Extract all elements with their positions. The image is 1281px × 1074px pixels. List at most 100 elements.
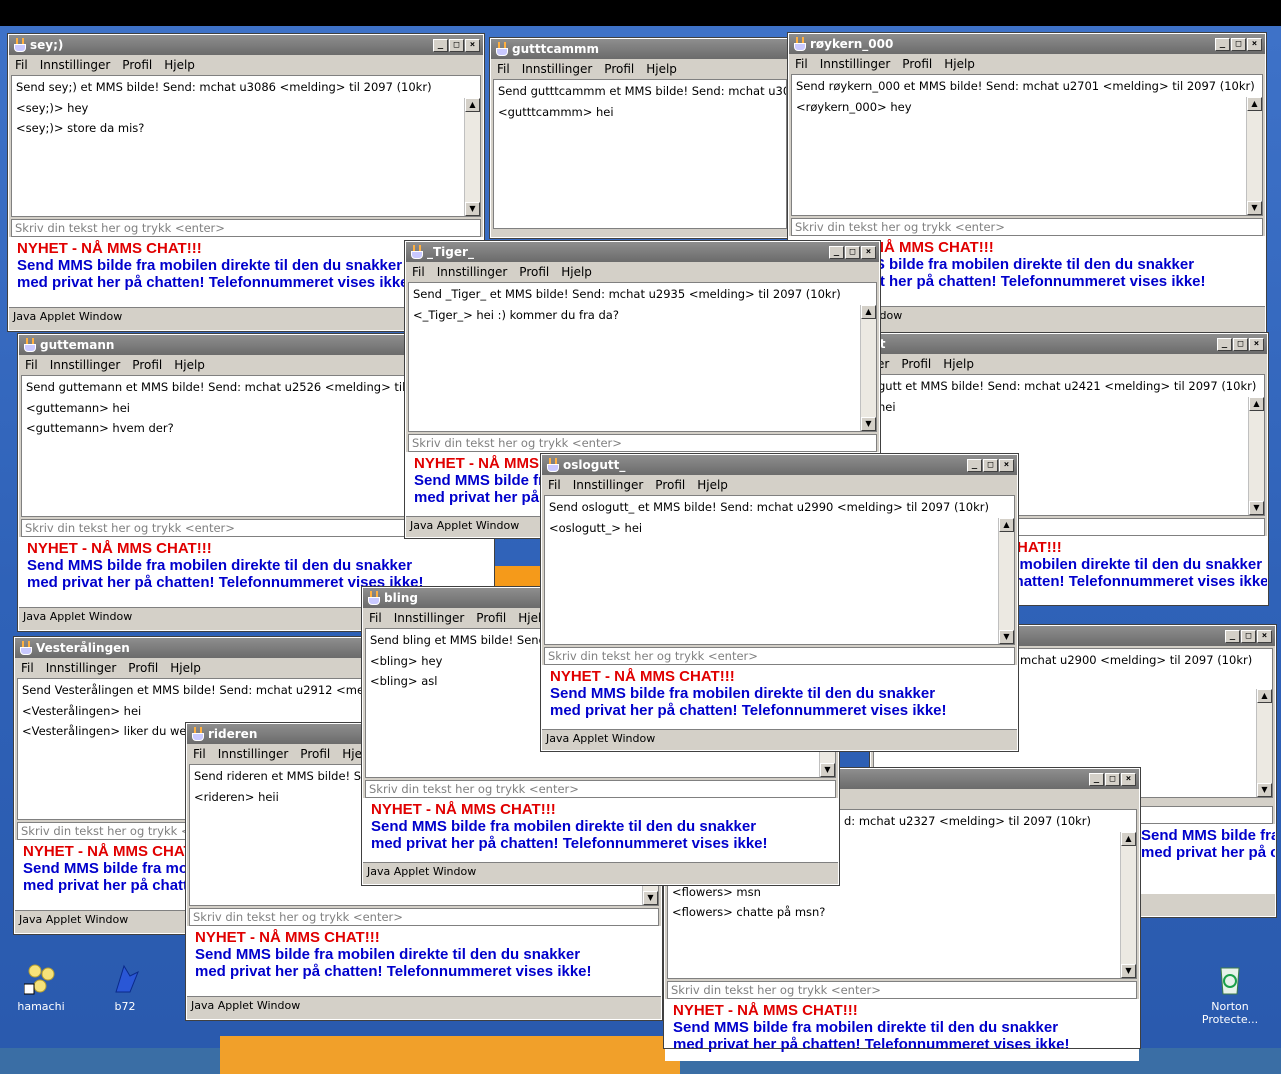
window-titlebar[interactable]: _Tiger_ _ □ × bbox=[406, 242, 879, 262]
close-button[interactable]: × bbox=[1121, 772, 1136, 786]
minimize-button[interactable]: _ bbox=[1215, 37, 1230, 51]
scroll-up-icon[interactable]: ▲ bbox=[861, 305, 876, 319]
desktop-icon-hamachi[interactable]: hamachi bbox=[6, 962, 76, 1013]
scroll-up-icon[interactable]: ▲ bbox=[1257, 689, 1272, 703]
chat-scrollbar[interactable]: ▲▼ bbox=[860, 305, 876, 431]
menu-fil[interactable]: Fil bbox=[412, 265, 425, 279]
minimize-button[interactable]: _ bbox=[1089, 772, 1104, 786]
scroll-down-icon[interactable]: ▼ bbox=[643, 891, 658, 905]
maximize-button[interactable]: □ bbox=[1233, 337, 1248, 351]
menu-innstillinger[interactable]: Innstillinger bbox=[573, 478, 644, 492]
menu-profil[interactable]: Profil bbox=[128, 661, 158, 675]
scroll-down-icon[interactable]: ▼ bbox=[861, 417, 876, 431]
scroll-down-icon[interactable]: ▼ bbox=[1257, 783, 1272, 797]
window-titlebar[interactable]: røykern_000 _ □ × bbox=[789, 34, 1265, 54]
close-button[interactable]: × bbox=[1249, 337, 1264, 351]
close-button[interactable]: × bbox=[861, 245, 876, 259]
scroll-down-icon[interactable]: ▼ bbox=[465, 202, 480, 216]
chat-window-oslogutt[interactable]: oslogutt_ _ □ × Fil Innstillinger Profil Hjel… bbox=[540, 453, 1019, 752]
chat-input[interactable]: Skriv din tekst her og trykk <enter> bbox=[365, 780, 836, 798]
menu-innstillinger[interactable]: Innstillinger bbox=[820, 57, 891, 71]
menu-profil[interactable]: Profil bbox=[300, 747, 330, 761]
menu-hjelp[interactable]: Hjelp bbox=[164, 58, 195, 72]
menu-hjelp[interactable]: Hjelp bbox=[174, 358, 205, 372]
chat-input[interactable]: Skriv din tekst her og trykk <enter> bbox=[408, 434, 877, 452]
window-titlebar[interactable]: sey;) _ □ × bbox=[9, 35, 483, 55]
menu-innstillinger[interactable]: Innstillinger bbox=[40, 58, 111, 72]
menu-innstillinger[interactable]: Innstillinger bbox=[394, 611, 465, 625]
scroll-down-icon[interactable]: ▼ bbox=[1247, 201, 1262, 215]
menu-hjelp[interactable]: Hjelp bbox=[944, 57, 975, 71]
menu-profil[interactable]: Profil bbox=[655, 478, 685, 492]
chat-input[interactable]: Skriv din tekst her og trykk <enter> bbox=[667, 981, 1137, 999]
menu-profil[interactable]: Profil bbox=[132, 358, 162, 372]
minimize-button[interactable]: _ bbox=[433, 38, 448, 52]
window-titlebar[interactable]: tt _□× bbox=[871, 334, 1267, 354]
close-button[interactable]: × bbox=[1257, 629, 1272, 643]
chat-window-gutttcammm[interactable]: gutttcammm Fil Innstillinger Profil Hjelp S… bbox=[489, 37, 791, 239]
scroll-up-icon[interactable]: ▲ bbox=[1249, 397, 1264, 411]
menu-fil[interactable]: Fil bbox=[369, 611, 382, 625]
chat-scrollbar[interactable]: ▲▼ bbox=[998, 518, 1014, 644]
menu-profil[interactable]: Profil bbox=[902, 57, 932, 71]
chat-scrollbar[interactable]: ▲▼ bbox=[464, 98, 480, 216]
scroll-down-icon[interactable]: ▼ bbox=[999, 630, 1014, 644]
menu-profil[interactable]: Profil bbox=[604, 62, 634, 76]
window-titlebar[interactable]: oslogutt_ _ □ × bbox=[542, 455, 1017, 475]
maximize-button[interactable]: □ bbox=[845, 245, 860, 259]
maximize-button[interactable]: □ bbox=[1241, 629, 1256, 643]
maximize-button[interactable]: □ bbox=[1231, 37, 1246, 51]
maximize-button[interactable]: □ bbox=[449, 38, 464, 52]
scroll-down-icon[interactable]: ▼ bbox=[1121, 964, 1136, 978]
menu-fil[interactable]: Fil bbox=[497, 62, 510, 76]
chat-scrollbar[interactable]: ▲▼ bbox=[1120, 832, 1136, 978]
desktop-icon-norton[interactable]: Norton Protecte... bbox=[1195, 962, 1265, 1026]
desktop-icon-b72[interactable]: b72 bbox=[90, 962, 160, 1013]
chat-scrollbar[interactable]: ▲▼ bbox=[1246, 97, 1262, 215]
scroll-up-icon[interactable]: ▲ bbox=[999, 518, 1014, 532]
menu-hjelp[interactable]: Hjelp bbox=[697, 478, 728, 492]
scroll-up-icon[interactable]: ▲ bbox=[465, 98, 480, 112]
chat-input[interactable]: Skriv din tekst her og trykk <enter> bbox=[791, 218, 1263, 236]
minimize-button[interactable]: _ bbox=[1217, 337, 1232, 351]
menu-innstillinger[interactable]: Innstillinger bbox=[46, 661, 117, 675]
chat-input[interactable]: Skriv din tekst her og trykk <enter> bbox=[11, 219, 481, 237]
menu-innstillinger[interactable]: Innstillinger bbox=[218, 747, 289, 761]
minimize-button[interactable]: _ bbox=[1225, 629, 1240, 643]
minimize-button[interactable]: _ bbox=[829, 245, 844, 259]
menu-innstillinger[interactable]: Innstillinger bbox=[437, 265, 508, 279]
menu-profil[interactable]: Profil bbox=[519, 265, 549, 279]
chat-scrollbar[interactable]: ▲▼ bbox=[1256, 689, 1272, 797]
scroll-up-icon[interactable]: ▲ bbox=[1121, 832, 1136, 846]
scroll-up-icon[interactable]: ▲ bbox=[1247, 97, 1262, 111]
menu-fil[interactable]: Fil bbox=[548, 478, 561, 492]
window-titlebar[interactable]: gutttcammm bbox=[491, 39, 789, 59]
chat-input[interactable]: Skriv din tekst her og trykk <enter> bbox=[544, 647, 1015, 665]
close-button[interactable]: × bbox=[465, 38, 480, 52]
chat-input[interactable]: Skriv din tekst her og trykk <enter> bbox=[189, 908, 659, 926]
menu-hjelp[interactable]: Hjelp bbox=[170, 661, 201, 675]
menu-profil[interactable]: Profil bbox=[901, 357, 931, 371]
menu-profil[interactable]: Profil bbox=[122, 58, 152, 72]
menu-profil[interactable]: Profil bbox=[476, 611, 506, 625]
menu-hjelp[interactable]: Hjelp bbox=[561, 265, 592, 279]
menu-fil[interactable]: Fil bbox=[25, 358, 38, 372]
promo-line: med privat her på chatten! Telefonnummer… bbox=[371, 835, 768, 852]
menu-fil[interactable]: Fil bbox=[193, 747, 206, 761]
menu-fil[interactable]: Fil bbox=[15, 58, 28, 72]
menu-innstillinger[interactable]: Innstillinger bbox=[522, 62, 593, 76]
scroll-down-icon[interactable]: ▼ bbox=[1249, 501, 1264, 515]
maximize-button[interactable]: □ bbox=[983, 458, 998, 472]
minimize-button[interactable]: _ bbox=[967, 458, 982, 472]
menu-hjelp[interactable]: Hjelp bbox=[943, 357, 974, 371]
menu-fil[interactable]: Fil bbox=[21, 661, 34, 675]
maximize-button[interactable]: □ bbox=[1105, 772, 1120, 786]
window-title: røykern_000 bbox=[810, 37, 894, 51]
close-button[interactable]: × bbox=[999, 458, 1014, 472]
close-button[interactable]: × bbox=[1247, 37, 1262, 51]
scroll-down-icon[interactable]: ▼ bbox=[820, 763, 835, 777]
menu-hjelp[interactable]: Hjelp bbox=[646, 62, 677, 76]
chat-scrollbar[interactable]: ▲▼ bbox=[1248, 397, 1264, 515]
menu-innstillinger[interactable]: Innstillinger bbox=[50, 358, 121, 372]
menu-fil[interactable]: Fil bbox=[795, 57, 808, 71]
